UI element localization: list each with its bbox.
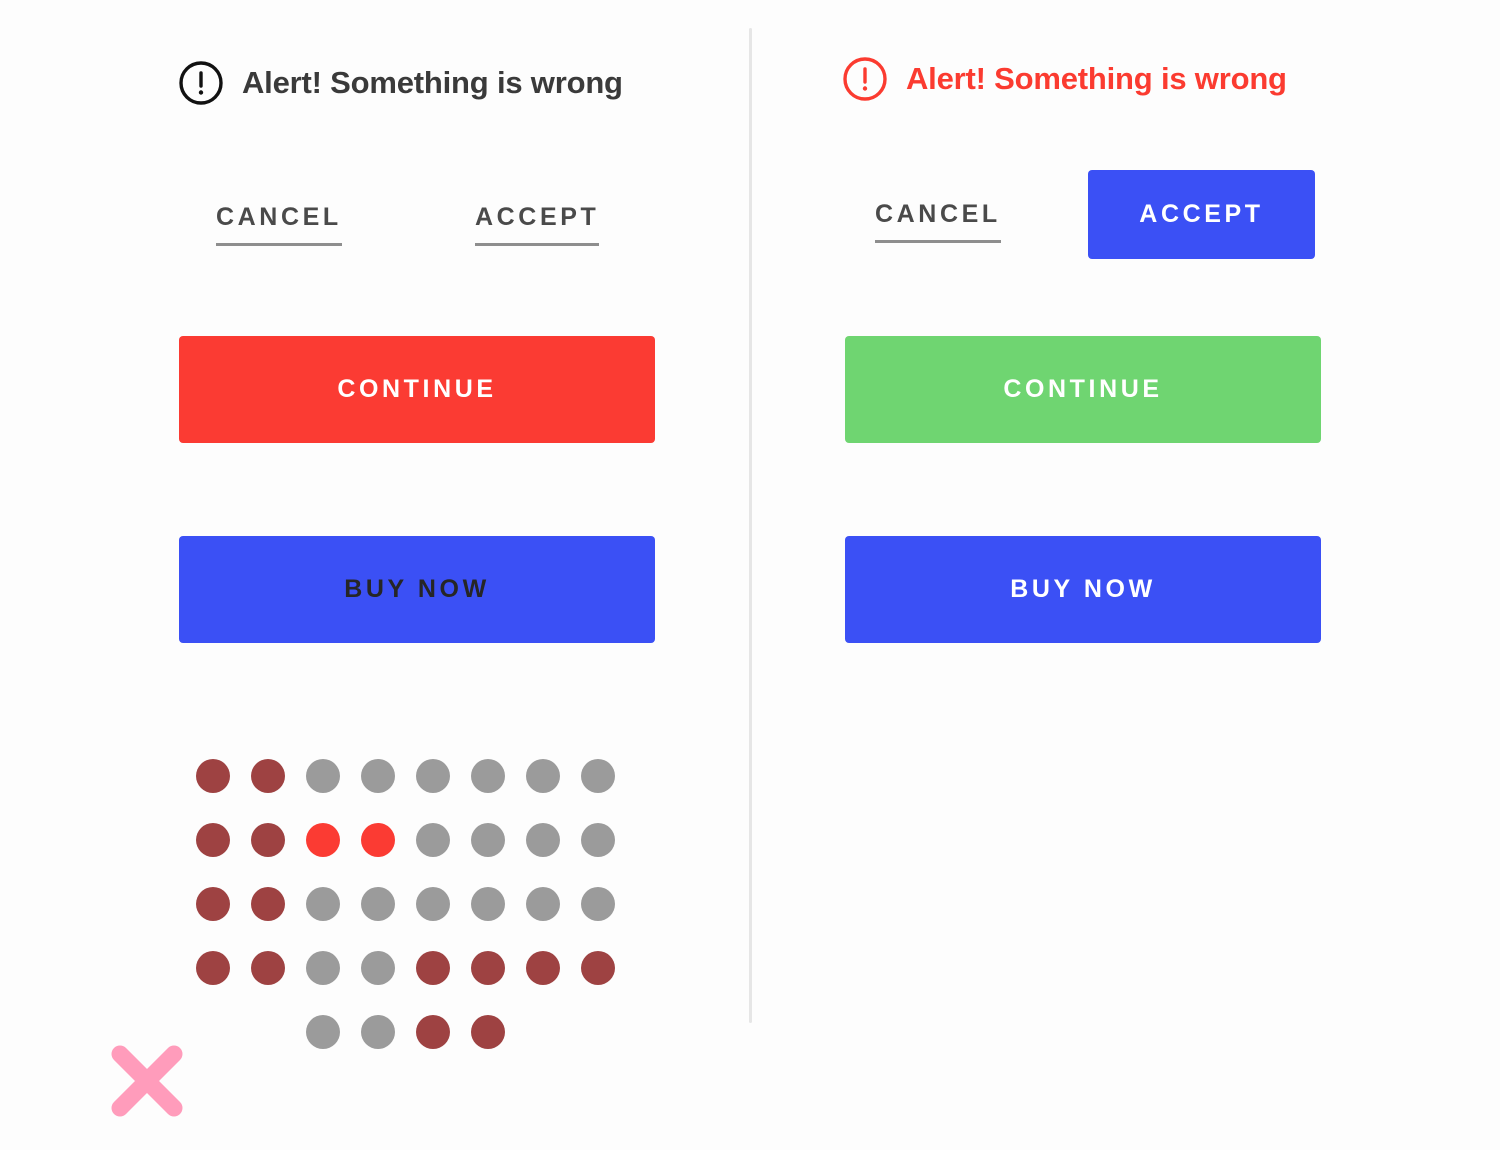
dot-cell <box>471 744 526 808</box>
dot-cell <box>196 936 251 1000</box>
color-dot <box>471 759 505 793</box>
good-alert-title: Alert! Something is wrong <box>906 61 1287 96</box>
dot-placeholder <box>526 1015 560 1049</box>
alert-circle-icon <box>843 57 887 101</box>
dot-cell <box>526 936 581 1000</box>
color-dot <box>361 887 395 921</box>
color-dot <box>416 823 450 857</box>
color-dot <box>526 951 560 985</box>
color-dot <box>306 823 340 857</box>
bad-continue-button[interactable]: CONTINUE <box>179 336 655 443</box>
dot-cell <box>361 936 416 1000</box>
color-dot <box>526 823 560 857</box>
dot-placeholder <box>196 1015 230 1049</box>
dot-cell <box>526 744 581 808</box>
dot-cell <box>196 1000 251 1064</box>
dot-cell <box>306 744 361 808</box>
color-dot <box>471 887 505 921</box>
dot-cell <box>251 936 306 1000</box>
dot-cell <box>581 1000 636 1064</box>
bad-alert-title: Alert! Something is wrong <box>242 65 623 100</box>
dot-cell <box>416 936 471 1000</box>
color-dot <box>306 951 340 985</box>
color-dot <box>251 887 285 921</box>
dot-cell <box>581 872 636 936</box>
color-dot <box>471 823 505 857</box>
good-accept-button[interactable]: ACCEPT <box>1088 170 1315 259</box>
dot-cell <box>416 744 471 808</box>
bad-color-dot-grid <box>196 744 636 1064</box>
dot-cell <box>471 872 526 936</box>
dot-cell <box>306 936 361 1000</box>
color-dot <box>361 1015 395 1049</box>
color-dot <box>526 887 560 921</box>
bad-example-panel: Alert! Something is wrong CANCEL ACCEPT … <box>0 0 750 1150</box>
comparison-canvas: Alert! Something is wrong CANCEL ACCEPT … <box>0 0 1500 1150</box>
dot-cell <box>196 808 251 872</box>
dot-cell <box>581 936 636 1000</box>
dot-cell <box>471 1000 526 1064</box>
color-dot <box>471 1015 505 1049</box>
color-dot <box>251 759 285 793</box>
good-example-panel: Alert! Something is wrong CANCEL ACCEPT … <box>750 0 1500 1150</box>
dot-cell <box>251 808 306 872</box>
dot-placeholder <box>251 1015 285 1049</box>
color-dot <box>196 951 230 985</box>
dot-cell <box>361 808 416 872</box>
dot-placeholder <box>581 1015 615 1049</box>
dot-cell <box>361 1000 416 1064</box>
color-dot <box>251 951 285 985</box>
color-dot <box>361 823 395 857</box>
dot-cell <box>471 808 526 872</box>
color-dot <box>196 887 230 921</box>
dot-cell <box>306 1000 361 1064</box>
dot-cell <box>526 808 581 872</box>
good-continue-button[interactable]: CONTINUE <box>845 336 1321 443</box>
color-dot <box>416 887 450 921</box>
color-dot <box>416 1015 450 1049</box>
dot-cell <box>196 744 251 808</box>
color-dot <box>416 951 450 985</box>
color-dot <box>361 759 395 793</box>
color-dot <box>581 887 615 921</box>
color-dot <box>361 951 395 985</box>
dot-cell <box>251 744 306 808</box>
color-dot <box>581 759 615 793</box>
cross-mark-icon <box>111 1045 183 1117</box>
dot-cell <box>581 744 636 808</box>
color-dot <box>471 951 505 985</box>
dot-cell <box>526 872 581 936</box>
bad-accept-link[interactable]: ACCEPT <box>475 205 600 246</box>
good-cancel-link[interactable]: CANCEL <box>875 202 1001 243</box>
color-dot <box>196 759 230 793</box>
bad-alert-banner: Alert! Something is wrong <box>178 60 623 106</box>
color-dot <box>196 823 230 857</box>
color-dot <box>581 823 615 857</box>
dot-cell <box>361 744 416 808</box>
dot-cell <box>251 1000 306 1064</box>
dot-cell <box>581 808 636 872</box>
dot-cell <box>196 872 251 936</box>
color-dot <box>306 887 340 921</box>
bad-cancel-link[interactable]: CANCEL <box>216 205 342 246</box>
bad-buy-now-button[interactable]: BUY NOW <box>179 536 655 643</box>
dot-cell <box>306 872 361 936</box>
dot-cell <box>471 936 526 1000</box>
color-dot <box>416 759 450 793</box>
color-dot <box>306 759 340 793</box>
color-dot <box>581 951 615 985</box>
dot-cell <box>416 1000 471 1064</box>
dot-cell <box>306 808 361 872</box>
color-dot <box>251 823 285 857</box>
color-dot <box>306 1015 340 1049</box>
dot-cell <box>416 808 471 872</box>
dot-cell <box>526 1000 581 1064</box>
dot-cell <box>251 872 306 936</box>
good-buy-now-button[interactable]: BUY NOW <box>845 536 1321 643</box>
alert-circle-icon <box>179 61 223 105</box>
dot-cell <box>361 872 416 936</box>
dot-cell <box>416 872 471 936</box>
color-dot <box>526 759 560 793</box>
good-alert-banner: Alert! Something is wrong <box>842 56 1287 102</box>
